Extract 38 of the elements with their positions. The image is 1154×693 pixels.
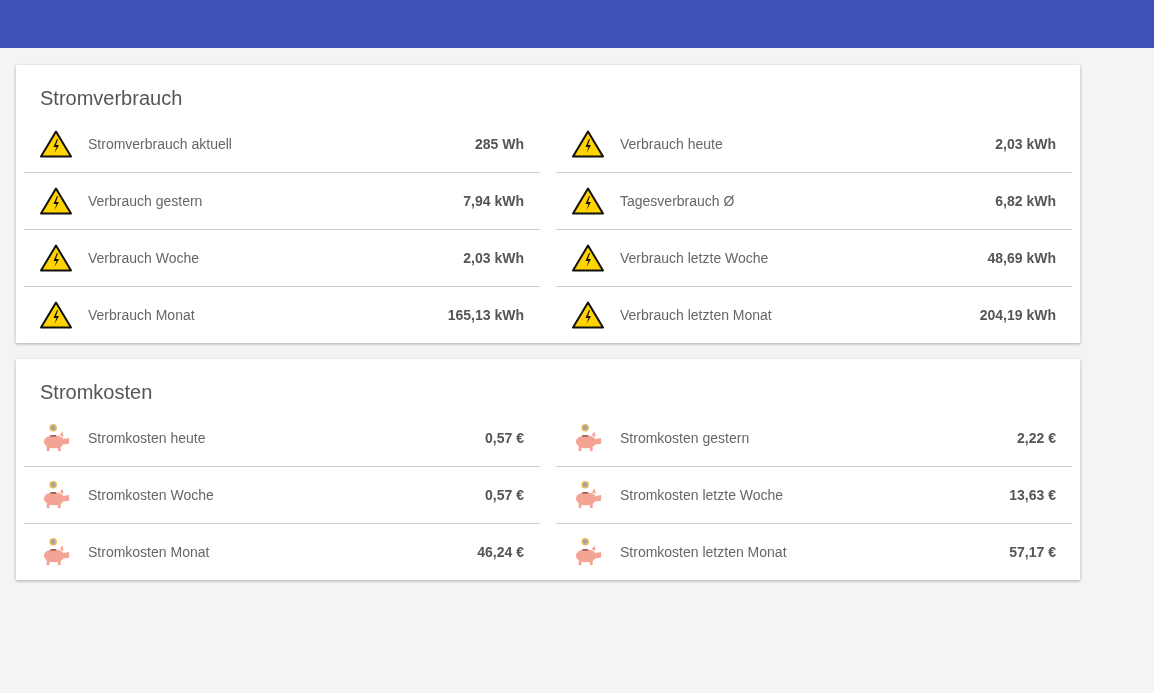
high-voltage-warning-icon bbox=[40, 129, 72, 159]
item-value: 2,22 € bbox=[1017, 430, 1056, 446]
item-label: Stromkosten heute bbox=[88, 430, 207, 446]
high-voltage-warning-icon bbox=[40, 243, 72, 273]
item-label: Verbrauch letzte Woche bbox=[620, 250, 770, 266]
item-label: Stromkosten Monat bbox=[88, 544, 211, 560]
high-voltage-warning-icon bbox=[572, 186, 604, 216]
item-label: Stromkosten letzte Woche bbox=[620, 487, 785, 503]
item-value: 204,19 kWh bbox=[979, 307, 1056, 323]
item-label: Stromverbrauch aktuell bbox=[88, 136, 233, 152]
item-value: 285 Wh bbox=[475, 136, 524, 152]
item-value: 7,94 kWh bbox=[463, 193, 524, 209]
item-label: Verbrauch letzten Monat bbox=[620, 307, 773, 323]
item-value: 48,69 kWh bbox=[987, 250, 1056, 266]
item-label: Stromkosten letzten Monat bbox=[620, 544, 788, 560]
item-value: 2,03 kWh bbox=[463, 250, 524, 266]
high-voltage-warning-icon bbox=[40, 300, 72, 330]
item-label: Verbrauch Monat bbox=[88, 307, 196, 323]
item-value: 2,03 kWh bbox=[995, 136, 1056, 152]
item-value: 0,57 € bbox=[485, 487, 524, 503]
high-voltage-warning-icon bbox=[572, 243, 604, 273]
item-value: 57,17 € bbox=[1009, 544, 1056, 560]
item-label: Verbrauch gestern bbox=[88, 193, 204, 209]
high-voltage-warning-icon bbox=[572, 129, 604, 159]
item-label: Stromkosten gestern bbox=[620, 430, 751, 446]
item-value: 13,63 € bbox=[1009, 487, 1056, 503]
card-title: Stromverbrauch bbox=[39, 86, 184, 111]
high-voltage-warning-icon bbox=[572, 300, 604, 330]
item-label: Stromkosten Woche bbox=[88, 487, 215, 503]
item-label: Verbrauch Woche bbox=[88, 250, 201, 266]
item-value: 165,13 kWh bbox=[447, 307, 524, 323]
item-value: 6,82 kWh bbox=[995, 193, 1056, 209]
item-label: Verbrauch heute bbox=[620, 136, 724, 152]
high-voltage-warning-icon bbox=[40, 186, 72, 216]
item-value: 0,57 € bbox=[485, 430, 524, 446]
item-label: Tagesverbrauch Ø bbox=[620, 193, 736, 209]
card-title: Stromkosten bbox=[39, 380, 154, 405]
item-value: 46,24 € bbox=[477, 544, 524, 560]
